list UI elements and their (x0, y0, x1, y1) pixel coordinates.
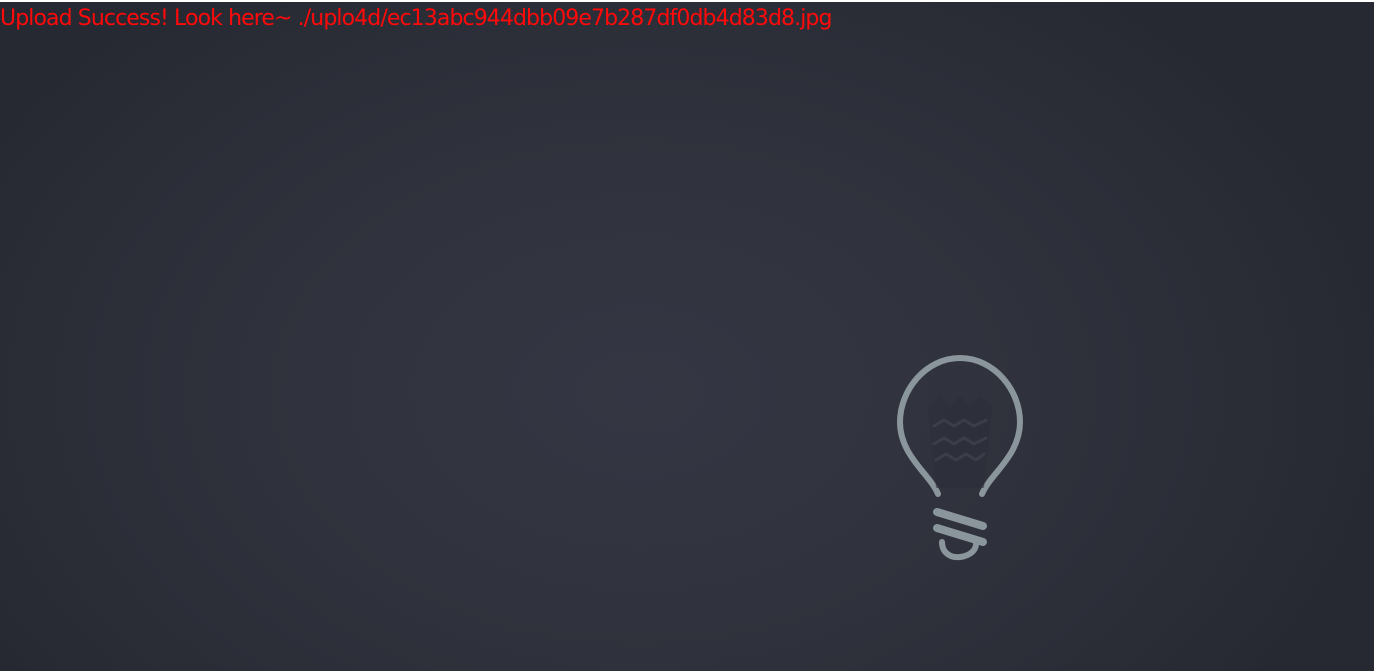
upload-status-message: Upload Success! Look here~ ./uplo4d/ec13… (0, 6, 832, 31)
page-background: Upload Success! Look here~ ./uplo4d/ec13… (0, 2, 1374, 671)
lightbulb-icon (897, 355, 1023, 561)
light-switch[interactable] (880, 348, 1040, 563)
